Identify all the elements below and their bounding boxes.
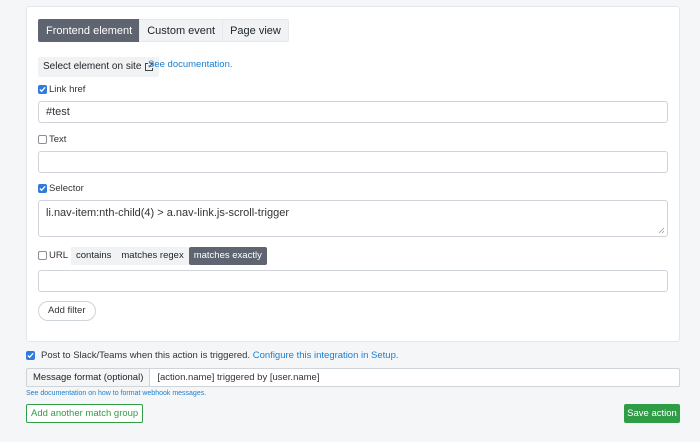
selector-checkbox[interactable]: [38, 184, 47, 193]
url-input[interactable]: [38, 270, 668, 292]
text-input[interactable]: [38, 151, 668, 173]
message-format-label: Message format (optional): [26, 368, 151, 387]
tab-custom-event[interactable]: Custom event: [139, 19, 224, 42]
add-filter-button[interactable]: Add filter: [38, 301, 96, 321]
link-href-label: Link href: [49, 84, 86, 95]
url-match-type-group: contains matches regex matches exactly: [71, 247, 267, 265]
url-checkbox-row[interactable]: URL: [38, 250, 68, 261]
event-type-tabs: Frontend element Custom event Page view: [38, 19, 289, 42]
link-href-input[interactable]: #test: [38, 101, 668, 123]
url-option-contains[interactable]: contains: [71, 247, 117, 265]
selector-value: li.nav-item:nth-child(4) > a.nav-link.js…: [46, 207, 289, 219]
select-element-button[interactable]: Select element on site: [38, 57, 160, 77]
action-card: Frontend element Custom event Page view …: [26, 6, 680, 342]
see-documentation-link[interactable]: See documentation.: [148, 59, 233, 70]
text-label: Text: [49, 134, 67, 145]
url-checkbox[interactable]: [38, 251, 47, 260]
selector-checkbox-row[interactable]: Selector: [38, 183, 84, 194]
slack-label: Post to Slack/Teams when this action is …: [41, 350, 251, 361]
save-action-button[interactable]: Save action: [624, 404, 680, 423]
link-href-checkbox[interactable]: [38, 85, 47, 94]
add-match-group-button[interactable]: Add another match group: [26, 404, 144, 423]
select-element-label: Select element on site: [43, 61, 142, 72]
url-label: URL: [49, 250, 69, 261]
message-format-input[interactable]: [action.name] triggered by [user.name]: [150, 368, 680, 387]
slack-checkbox[interactable]: [26, 351, 35, 360]
link-href-checkbox-row[interactable]: Link href: [38, 84, 85, 95]
link-href-value: #test: [46, 106, 70, 118]
selector-label: Selector: [49, 183, 84, 194]
selector-textarea[interactable]: li.nav-item:nth-child(4) > a.nav-link.js…: [38, 200, 668, 237]
text-checkbox[interactable]: [38, 135, 47, 144]
webhook-documentation-link[interactable]: See documentation on how to format webho…: [26, 390, 206, 397]
slack-row: Post to Slack/Teams when this action is …: [26, 350, 399, 361]
resize-handle-icon[interactable]: [658, 227, 665, 234]
configure-integration-link[interactable]: Configure this integration in Setup.: [253, 350, 399, 361]
tab-frontend-element[interactable]: Frontend element: [38, 19, 141, 42]
message-format-group: Message format (optional) [action.name] …: [26, 368, 680, 387]
url-option-matches-regex[interactable]: matches regex: [116, 247, 189, 265]
text-checkbox-row[interactable]: Text: [38, 134, 66, 145]
tab-page-view[interactable]: Page view: [222, 19, 289, 42]
url-option-matches-exactly[interactable]: matches exactly: [188, 247, 267, 265]
